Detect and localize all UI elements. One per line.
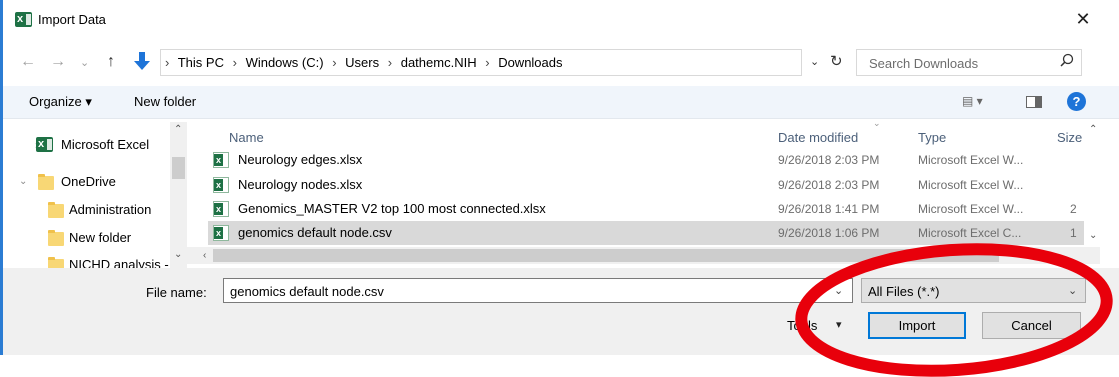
column-header-size[interactable]: Size [1057,130,1082,145]
navigation-pane: › x Microsoft Excel ⌄ OneDrive Administr… [3,120,184,268]
scroll-left-icon[interactable]: ‹ [203,250,206,261]
file-row[interactable]: Neurology nodes.xlsx 9/26/2018 2:03 PM M… [208,173,1084,197]
address-dropdown-icon[interactable]: ⌄ [810,55,819,68]
excel-file-icon [213,201,229,217]
file-size: 2 [1070,202,1077,216]
file-date: 9/26/2018 1:06 PM [778,226,880,240]
file-name-dropdown-icon[interactable]: ⌄ [834,284,843,297]
file-name-label: File name: [146,285,207,300]
breadcrumb-separator: › [332,55,337,70]
nav-scrollbar-thumb[interactable] [172,157,185,179]
sort-indicator-icon: ⌄ [873,118,881,128]
file-type: Microsoft Excel W... [918,202,1024,216]
file-date: 9/26/2018 2:03 PM [778,153,880,167]
organize-button[interactable]: Organize ▾ [29,94,92,110]
collapse-arrow-icon[interactable]: ⌄ [19,176,27,187]
breadcrumb-downloads[interactable]: Downloads [498,55,562,70]
excel-file-icon [213,152,229,168]
breadcrumb-separator: › [387,55,393,70]
up-arrow-icon[interactable]: ↑ [107,53,115,71]
file-name: Neurology nodes.xlsx [238,177,363,192]
forward-arrow-icon[interactable]: → [50,53,66,71]
breadcrumb: › This PC › Windows (C:) › Users › dathe… [165,55,568,70]
nav-item-onedrive[interactable]: OneDrive [61,174,116,189]
nav-scrollbar[interactable] [170,122,187,268]
excel-file-icon [213,177,229,193]
scroll-up-icon[interactable]: ⌃ [1089,124,1097,135]
folder-icon [48,230,64,246]
file-size: 1 [1070,226,1077,240]
file-name-value: genomics default node.csv [230,284,384,299]
excel-csv-file-icon [213,225,229,241]
folder-icon [38,174,54,190]
title-bar [3,0,1119,42]
file-type: Microsoft Excel C... [918,226,1022,240]
file-row-selected[interactable]: genomics default node.csv 9/26/2018 1:06… [208,221,1084,245]
horizontal-scrollbar-thumb[interactable] [213,249,999,262]
back-arrow-icon[interactable]: ← [20,53,36,71]
column-header-date-modified[interactable]: Date modified [778,130,858,145]
breadcrumb-user-folder[interactable]: dathemc.NIH [401,55,477,70]
file-name: Genomics_MASTER V2 top 100 most connecte… [238,201,546,216]
nav-item-administration[interactable]: Administration [69,202,151,217]
excel-icon: x [15,12,32,27]
search-placeholder: Search Downloads [869,56,979,71]
file-type-filter-value: All Files (*.*) [868,284,940,299]
column-header-name[interactable]: Name [229,130,264,145]
file-row[interactable]: Neurology edges.xlsx 9/26/2018 2:03 PM M… [208,148,1084,172]
column-header-type[interactable]: Type [918,130,946,145]
file-date: 9/26/2018 2:03 PM [778,178,880,192]
refresh-icon[interactable]: ↻ [830,52,843,70]
breadcrumb-users[interactable]: Users [345,55,379,70]
breadcrumb-this-pc[interactable]: This PC [178,55,224,70]
preview-pane-icon[interactable] [1026,96,1042,108]
file-name: genomics default node.csv [238,225,392,240]
file-type: Microsoft Excel W... [918,178,1024,192]
window-title: Import Data [38,12,106,27]
tools-menu-button[interactable]: Tools [787,318,817,333]
new-folder-button[interactable]: New folder [134,94,196,109]
scroll-down-icon[interactable]: ⌄ [1089,230,1097,241]
cancel-button[interactable]: Cancel [982,312,1081,339]
close-button[interactable]: ✕ [1070,6,1096,32]
tools-dropdown-icon[interactable]: ▾ [836,318,842,331]
folder-icon [48,257,64,268]
file-row[interactable]: Genomics_MASTER V2 top 100 most connecte… [208,197,1084,221]
breadcrumb-separator: › [232,55,237,70]
excel-icon: x [36,137,53,152]
folder-icon [48,202,64,218]
filter-dropdown-icon[interactable]: ⌄ [1068,284,1077,297]
scroll-down-icon[interactable]: ⌄ [174,249,182,260]
recent-locations-icon[interactable]: ⌄ [80,56,89,69]
downloads-arrow-icon [134,52,150,70]
scroll-up-icon[interactable]: ⌃ [174,124,182,135]
search-icon[interactable] [1060,53,1074,67]
file-date: 9/26/2018 1:41 PM [778,202,880,216]
breadcrumb-windows-c[interactable]: Windows (C:) [246,55,324,70]
import-button[interactable]: Import [868,312,966,339]
nav-item-nichd-analysis[interactable]: NICHD analysis - [69,257,169,268]
help-button[interactable]: ? [1067,92,1086,111]
breadcrumb-separator: › [165,55,170,70]
nav-item-new-folder[interactable]: New folder [69,230,131,245]
nav-item-microsoft-excel[interactable]: Microsoft Excel [61,137,149,152]
breadcrumb-separator: › [485,55,490,70]
file-name: Neurology edges.xlsx [238,152,363,167]
file-type: Microsoft Excel W... [918,153,1024,167]
change-view-button[interactable]: ▤ ▾ [962,94,983,108]
